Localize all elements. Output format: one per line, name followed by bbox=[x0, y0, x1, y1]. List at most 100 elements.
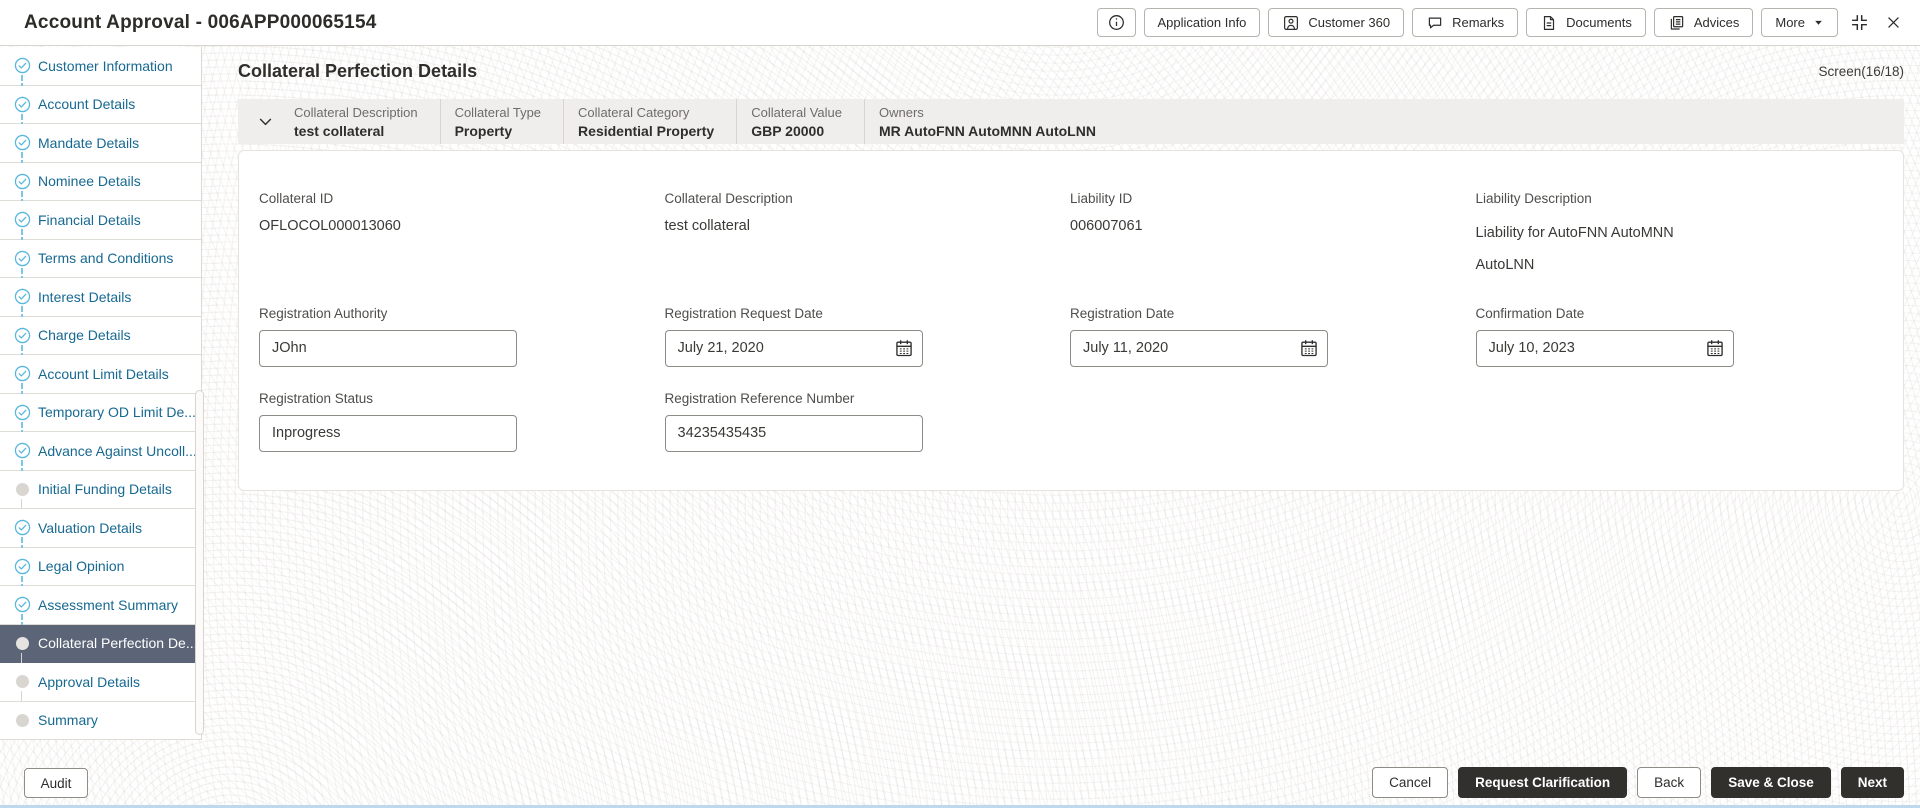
main-header-row: Collateral Perfection Details Screen(16/… bbox=[238, 61, 1904, 82]
step-label: Temporary OD Limit De... bbox=[38, 404, 196, 421]
application-info-button[interactable]: Application Info bbox=[1143, 8, 1261, 37]
registration-request-date-field bbox=[664, 329, 923, 367]
step-status-icon bbox=[14, 211, 31, 228]
sidebar-step-item[interactable]: Approval Details bbox=[0, 663, 201, 713]
request-clarification-button[interactable]: Request Clarification bbox=[1458, 767, 1628, 798]
stacked-pages-icon bbox=[1668, 14, 1686, 32]
step-status-icon bbox=[14, 288, 31, 305]
documents-button[interactable]: Documents bbox=[1526, 8, 1646, 37]
sidebar-step-item[interactable]: Customer Information bbox=[0, 47, 201, 97]
step-status-icon bbox=[14, 519, 31, 536]
sidebar-step-item[interactable]: Initial Funding Details bbox=[0, 470, 201, 520]
field-registration-reference-number: Registration Reference Number bbox=[664, 390, 1071, 452]
sidebar-step-item[interactable]: Account Details bbox=[0, 85, 201, 135]
registration-request-date-input[interactable] bbox=[665, 330, 886, 366]
sidebar-step-item[interactable]: Interest Details bbox=[0, 278, 201, 328]
registration-reference-number-input[interactable] bbox=[664, 414, 923, 452]
sidebar-step-item[interactable]: Financial Details bbox=[0, 201, 201, 251]
field-value: Liability for AutoFNN AutoMNN AutoLNN bbox=[1475, 225, 1674, 273]
sidebar-step-item[interactable]: Valuation Details bbox=[0, 509, 201, 559]
close-window-button[interactable] bbox=[1880, 10, 1906, 36]
registration-authority-input[interactable] bbox=[259, 329, 517, 367]
confirmation-date-field bbox=[1475, 329, 1734, 367]
registration-status-input[interactable] bbox=[259, 414, 517, 452]
account-approval-window: Account Approval - 006APP000065154 Appli… bbox=[0, 0, 1920, 808]
summary-column-value: Property bbox=[454, 122, 513, 139]
field-grid: Collateral ID OFLOCOL000013060 Collatera… bbox=[259, 191, 1881, 452]
summary-column: Collateral Description test collateral bbox=[280, 99, 440, 144]
next-button[interactable]: Next bbox=[1840, 767, 1904, 798]
back-button[interactable]: Back bbox=[1637, 767, 1702, 798]
sidebar-step-item[interactable]: Mandate Details bbox=[0, 124, 201, 174]
field-liability-description: Liability Description Liability for Auto… bbox=[1476, 191, 1882, 282]
cancel-button[interactable]: Cancel bbox=[1372, 767, 1449, 798]
sidebar-step-item[interactable]: Summary bbox=[0, 701, 201, 740]
sidebar-step-item[interactable]: Legal Opinion bbox=[0, 547, 201, 597]
accordion-toggle-button[interactable] bbox=[250, 107, 280, 137]
step-status-icon bbox=[14, 558, 31, 575]
step-label: Customer Information bbox=[38, 57, 173, 74]
step-label: Terms and Conditions bbox=[38, 250, 174, 267]
application-info-label: Application Info bbox=[1157, 15, 1247, 30]
confirmation-date-picker-button[interactable] bbox=[1697, 331, 1733, 366]
window-header: Account Approval - 006APP000065154 Appli… bbox=[0, 0, 1920, 46]
step-label: Mandate Details bbox=[38, 134, 140, 151]
step-status-icon bbox=[14, 442, 31, 459]
step-status-icon bbox=[14, 481, 31, 498]
summary-column-label: Collateral Description bbox=[294, 104, 418, 120]
field-label: Collateral ID bbox=[259, 191, 334, 206]
collateral-summary-accordion-header[interactable]: Collateral Description test collateral C… bbox=[238, 99, 1904, 144]
speech-bubble-icon bbox=[1426, 14, 1444, 32]
customer-360-label: Customer 360 bbox=[1308, 15, 1391, 30]
step-label: Financial Details bbox=[38, 211, 141, 228]
summary-column: Owners MR AutoFNN AutoMNN AutoLNN bbox=[864, 99, 1118, 144]
step-label: Assessment Summary bbox=[38, 596, 179, 613]
step-label: Advance Against Uncoll... bbox=[38, 442, 197, 459]
summary-column-value: GBP 20000 bbox=[751, 122, 825, 139]
registration-date-picker-button[interactable] bbox=[1291, 331, 1327, 366]
customer-360-button[interactable]: Customer 360 bbox=[1268, 8, 1405, 37]
confirmation-date-input[interactable] bbox=[1476, 330, 1697, 366]
sidebar-step-item[interactable]: Charge Details bbox=[0, 316, 201, 366]
field-registration-status: Registration Status bbox=[259, 391, 665, 452]
sidebar-step-item[interactable]: Advance Against Uncoll... bbox=[0, 432, 201, 482]
field-label: Liability Description bbox=[1475, 191, 1592, 206]
footer-action-bar: Cancel Request Clarification Back Save &… bbox=[1372, 767, 1904, 798]
sidebar-step-item[interactable]: Account Limit Details bbox=[0, 355, 201, 405]
audit-button[interactable]: Audit bbox=[24, 768, 88, 798]
registration-request-date-picker-button[interactable] bbox=[886, 331, 922, 366]
collapse-window-button[interactable] bbox=[1846, 10, 1872, 36]
window-title: Account Approval - 006APP000065154 bbox=[24, 11, 377, 33]
step-label: Initial Funding Details bbox=[38, 481, 172, 498]
info-button[interactable] bbox=[1096, 8, 1136, 37]
header-toolbar: Application Info Customer 360 Remarks Do… bbox=[1096, 8, 1906, 37]
step-status-icon bbox=[14, 96, 31, 113]
field-label: Confirmation Date bbox=[1475, 305, 1585, 321]
sidebar-scrollbar[interactable] bbox=[195, 390, 204, 735]
sidebar-step-item[interactable]: Nominee Details bbox=[0, 162, 201, 212]
summary-column-label: Collateral Value bbox=[751, 104, 843, 120]
caret-down-icon bbox=[1813, 17, 1824, 28]
sidebar-step-item[interactable]: Temporary OD Limit De... bbox=[0, 393, 201, 443]
step-label: Charge Details bbox=[38, 327, 131, 344]
summary-columns: Collateral Description test collateral C… bbox=[280, 99, 1118, 144]
field-label: Collateral Description bbox=[664, 191, 793, 206]
collapse-corners-icon bbox=[1849, 12, 1870, 33]
save-and-close-button[interactable]: Save & Close bbox=[1711, 767, 1831, 798]
step-label: Valuation Details bbox=[38, 519, 143, 536]
registration-date-input[interactable] bbox=[1071, 330, 1291, 366]
remarks-button[interactable]: Remarks bbox=[1412, 8, 1519, 37]
screen-counter: Screen(16/18) bbox=[1818, 64, 1904, 79]
sidebar-step-item[interactable]: Terms and Conditions bbox=[0, 239, 201, 289]
sidebar-step-item[interactable]: Collateral Perfection De... bbox=[0, 624, 201, 674]
advices-button[interactable]: Advices bbox=[1653, 8, 1754, 37]
more-button[interactable]: More bbox=[1761, 8, 1838, 37]
field-label: Liability ID bbox=[1070, 191, 1133, 206]
chevron-down-icon bbox=[257, 113, 274, 130]
step-status-icon bbox=[14, 250, 31, 267]
step-sidebar: Customer Information Account Details Man… bbox=[0, 47, 202, 740]
field-label: Registration Reference Number bbox=[664, 390, 855, 406]
sidebar-step-item[interactable]: Assessment Summary bbox=[0, 586, 201, 636]
calendar-icon bbox=[1705, 338, 1725, 358]
step-status-icon bbox=[14, 635, 31, 652]
